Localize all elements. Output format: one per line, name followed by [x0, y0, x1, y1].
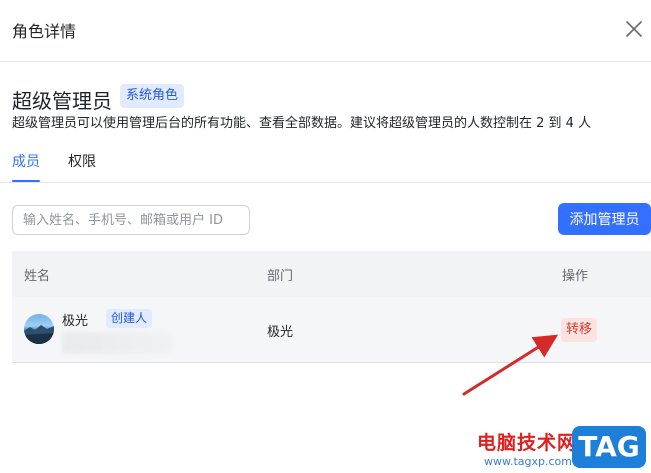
annotation-arrow	[462, 334, 559, 396]
close-icon[interactable]	[621, 16, 647, 42]
member-department: 极光	[267, 325, 294, 340]
column-header-action: 操作	[562, 269, 589, 284]
watermark-url: www.tagxp.com	[484, 455, 572, 468]
member-contact-blurred	[62, 332, 172, 354]
member-name: 极光	[62, 314, 89, 329]
add-admin-button[interactable]: 添加管理员	[558, 203, 651, 235]
creator-badge: 创建人	[106, 309, 153, 328]
role-description: 超级管理员可以使用管理后台的所有功能、查看全部数据。建议将超级管理员的人数控制在…	[12, 116, 592, 131]
column-header-name: 姓名	[24, 269, 51, 284]
active-tab-indicator	[12, 180, 40, 182]
dialog-title: 角色详情	[12, 22, 77, 41]
column-header-department: 部门	[267, 269, 294, 284]
tab-permissions[interactable]: 权限	[68, 151, 96, 171]
role-type-badge: 系统角色	[120, 84, 185, 108]
table-row: 极光 创建人 极光 转移	[12, 297, 651, 363]
members-table: 姓名 部门 操作 极光 创建人 极光 转移	[12, 251, 651, 363]
search-input[interactable]	[12, 205, 250, 235]
tab-members[interactable]: 成员	[12, 151, 40, 171]
dialog-header: 角色详情	[0, 0, 651, 62]
watermark-text: 电脑技术网	[477, 432, 578, 454]
watermark-logo: TAG	[572, 426, 646, 468]
table-header: 姓名 部门 操作	[12, 251, 651, 297]
avatar	[24, 314, 54, 344]
transfer-button[interactable]: 转移	[561, 318, 598, 342]
role-title: 超级管理员	[12, 89, 112, 113]
tab-bar: 成员 权限	[0, 143, 651, 183]
